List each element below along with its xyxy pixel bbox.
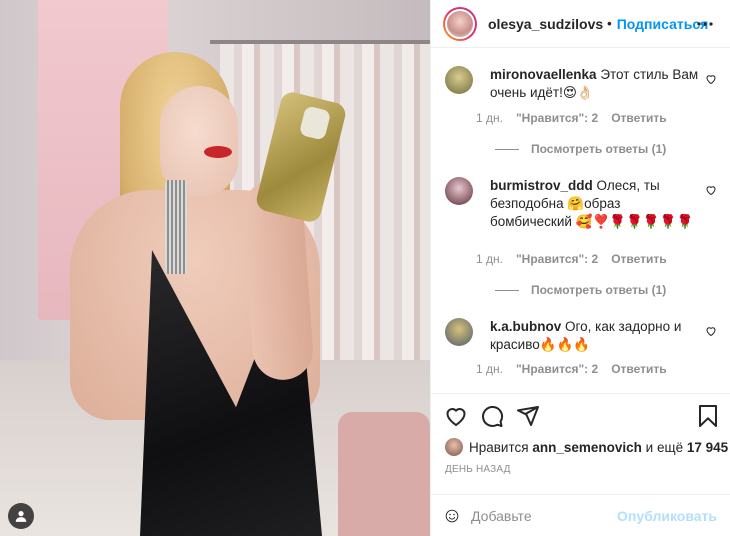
comment-meta: 1 дн. "Нравится": 2 Ответить xyxy=(476,362,667,376)
comment-likes[interactable]: "Нравится": 2 xyxy=(516,252,598,266)
comment-heart-icon[interactable] xyxy=(705,184,717,196)
view-replies-button[interactable]: Посмотреть ответы (1) xyxy=(495,142,666,156)
post-panel: olesya_sudzilovs • Подписаться mironovae… xyxy=(430,0,730,536)
action-bar xyxy=(431,393,730,433)
comment-meta: 1 дн. "Нравится": 2 Ответить xyxy=(476,111,667,125)
comments-list[interactable]: mironovaellenka Этот стиль Вам очень идё… xyxy=(431,49,730,393)
more-options-button[interactable] xyxy=(695,14,715,34)
comment-age: 1 дн. xyxy=(476,362,503,376)
emoji-icon[interactable] xyxy=(445,504,459,528)
liker-avatar xyxy=(445,438,463,456)
comment-age: 1 дн. xyxy=(476,252,503,266)
comment-username[interactable]: mironovaellenka xyxy=(490,67,597,82)
comment-meta: 1 дн. "Нравится": 2 Ответить xyxy=(476,252,667,266)
author-avatar[interactable] xyxy=(443,6,477,41)
post-header: olesya_sudzilovs • Подписаться xyxy=(431,0,730,48)
comment-age: 1 дн. xyxy=(476,111,503,125)
likes-count[interactable]: 17 945 xyxy=(687,440,728,455)
comment-text: burmistrov_ddd Олеся, ты безподобна 🤗обр… xyxy=(490,177,702,231)
post-photo[interactable] xyxy=(0,0,430,536)
comment-avatar[interactable] xyxy=(445,66,473,94)
comment-icon[interactable] xyxy=(480,404,504,428)
comment-composer: Опубликовать xyxy=(431,494,730,536)
likes-prefix: Нравится xyxy=(469,439,529,455)
heart-icon[interactable] xyxy=(444,404,468,428)
user-tag-icon xyxy=(15,511,27,522)
publish-button[interactable]: Опубликовать xyxy=(617,508,717,524)
view-replies-label: Посмотреть ответы (1) xyxy=(531,142,667,156)
likes-summary[interactable]: Нравится ann_semenovich и ещё 17 945 xyxy=(445,438,728,456)
photo-chair xyxy=(338,412,430,536)
more-icon xyxy=(697,22,713,26)
comment-reply-button[interactable]: Ответить xyxy=(611,362,666,376)
header-separator: • xyxy=(607,16,612,31)
comment-reply-button[interactable]: Ответить xyxy=(611,111,666,125)
photo-earring xyxy=(165,180,187,274)
replies-divider xyxy=(495,289,519,291)
user-tag-button[interactable] xyxy=(8,503,34,529)
author-username[interactable]: olesya_sudzilovs xyxy=(488,16,603,32)
replies-divider xyxy=(495,148,519,150)
comment-avatar[interactable] xyxy=(445,177,473,205)
photo-lips xyxy=(204,146,232,158)
view-replies-label: Посмотреть ответы (1) xyxy=(531,283,667,297)
comment-input[interactable] xyxy=(471,507,618,524)
view-replies-button[interactable]: Посмотреть ответы (1) xyxy=(495,283,666,297)
comment-heart-icon[interactable] xyxy=(705,325,717,337)
comment-username[interactable]: k.a.bubnov xyxy=(490,319,561,334)
comment-heart-icon[interactable] xyxy=(705,73,717,85)
comment-likes[interactable]: "Нравится": 2 xyxy=(516,111,598,125)
comment-likes[interactable]: "Нравится": 2 xyxy=(516,362,598,376)
share-icon[interactable] xyxy=(516,404,540,428)
bookmark-icon[interactable] xyxy=(696,404,720,428)
comment-username[interactable]: burmistrov_ddd xyxy=(490,178,593,193)
likes-middle: и ещё xyxy=(645,439,684,455)
comment-text: mironovaellenka Этот стиль Вам очень идё… xyxy=(490,66,702,102)
comment-reply-button[interactable]: Ответить xyxy=(611,252,666,266)
comment-text: k.a.bubnov Ого, как задорно и красиво🔥🔥🔥 xyxy=(490,318,702,354)
post-date[interactable]: ДЕНЬ НАЗАД xyxy=(445,464,511,475)
liker-username[interactable]: ann_semenovich xyxy=(532,440,642,455)
comment-avatar[interactable] xyxy=(445,318,473,346)
